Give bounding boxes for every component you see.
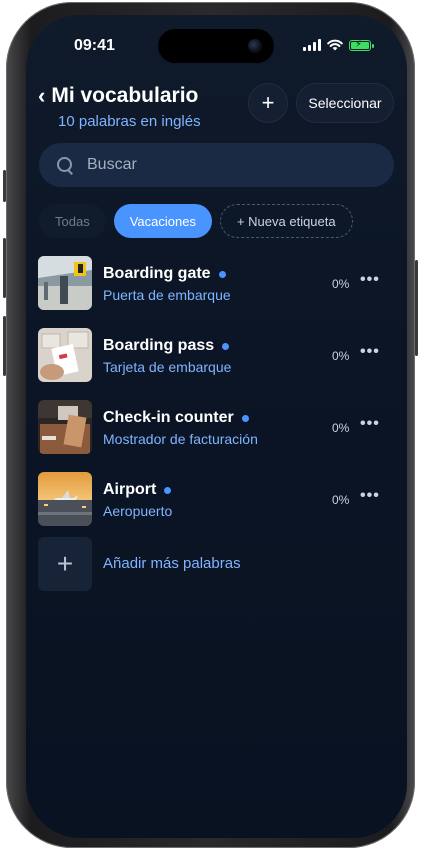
plus-icon[interactable]: +: [38, 537, 92, 591]
volume-down-button: [3, 316, 6, 376]
word-translation: Puerta de embarque: [103, 287, 231, 303]
search-icon: [57, 157, 73, 173]
word-translation: Mostrador de facturación: [103, 431, 258, 447]
list-item[interactable]: Check-in counter Mostrador de facturació…: [38, 399, 394, 471]
word-label: Boarding pass: [103, 337, 215, 354]
volume-up-button: [3, 238, 6, 298]
back-navigation[interactable]: ‹ Mi vocabulario: [38, 84, 198, 108]
select-button[interactable]: Seleccionar: [296, 83, 394, 123]
new-word-dot: [241, 414, 249, 422]
word-label: Boarding gate: [103, 265, 211, 282]
progress-percent: 0%: [332, 277, 350, 291]
progress-percent: 0%: [332, 493, 350, 507]
word-thumbnail: [38, 400, 92, 454]
more-options-icon[interactable]: •••: [360, 343, 380, 361]
word-thumbnail: [38, 328, 92, 382]
word-thumbnail: [38, 472, 92, 526]
word-text: Boarding pass: [103, 337, 230, 355]
phone-frame: 09:41 ⚡ ‹ Mi vocabulario 10 palabras en …: [3, 2, 418, 848]
new-word-dot: [164, 486, 172, 494]
plus-icon: +: [261, 90, 275, 115]
more-options-icon[interactable]: •••: [360, 271, 380, 289]
more-options-icon[interactable]: •••: [360, 415, 380, 433]
word-translation: Aeropuerto: [103, 503, 173, 519]
word-thumbnail: [38, 256, 92, 310]
search-input[interactable]: [85, 155, 369, 175]
word-list: Boarding gate Puerta de embarque 0% •••: [38, 255, 394, 543]
more-options-icon[interactable]: •••: [360, 487, 380, 505]
tag-filter-bar: Todas Vacaciones + Nueva etiqueta: [39, 204, 353, 238]
word-label: Airport: [103, 481, 157, 498]
progress-percent: 0%: [332, 349, 350, 363]
cellular-signal-icon: [303, 39, 321, 51]
word-text: Airport: [103, 481, 172, 499]
chevron-left-icon[interactable]: ‹: [38, 85, 45, 107]
new-tag-button[interactable]: + Nueva etiqueta: [219, 204, 353, 238]
status-icons: ⚡: [303, 39, 374, 51]
search-bar[interactable]: [39, 143, 394, 187]
camera-icon: [248, 39, 262, 53]
word-label: Check-in counter: [103, 409, 234, 426]
list-item[interactable]: Boarding gate Puerta de embarque 0% •••: [38, 255, 394, 327]
list-item[interactable]: Airport Aeropuerto 0% •••: [38, 471, 394, 543]
battery-icon: ⚡: [349, 39, 374, 51]
add-more-words-row[interactable]: + Añadir más palabras: [38, 537, 394, 591]
dynamic-island: [158, 29, 274, 63]
tag-chip-todas[interactable]: Todas: [39, 204, 106, 238]
list-item[interactable]: Boarding pass Tarjeta de embarque 0% •••: [38, 327, 394, 399]
tag-chip-vacaciones[interactable]: Vacaciones: [113, 204, 212, 238]
page-title: Mi vocabulario: [51, 84, 199, 107]
word-text: Check-in counter: [103, 409, 249, 427]
word-translation: Tarjeta de embarque: [103, 359, 232, 375]
progress-percent: 0%: [332, 421, 350, 435]
new-word-dot: [222, 342, 230, 350]
screen: 09:41 ⚡ ‹ Mi vocabulario 10 palabras en …: [26, 15, 407, 838]
power-button: [415, 260, 418, 356]
word-count-subtitle: 10 palabras en inglés: [58, 113, 201, 130]
wifi-icon: [327, 39, 343, 51]
add-more-words-label: Añadir más palabras: [103, 555, 241, 572]
status-time: 09:41: [74, 37, 115, 54]
word-text: Boarding gate: [103, 265, 226, 283]
add-word-button[interactable]: +: [248, 83, 288, 123]
new-word-dot: [218, 270, 226, 278]
action-button: [3, 170, 6, 202]
